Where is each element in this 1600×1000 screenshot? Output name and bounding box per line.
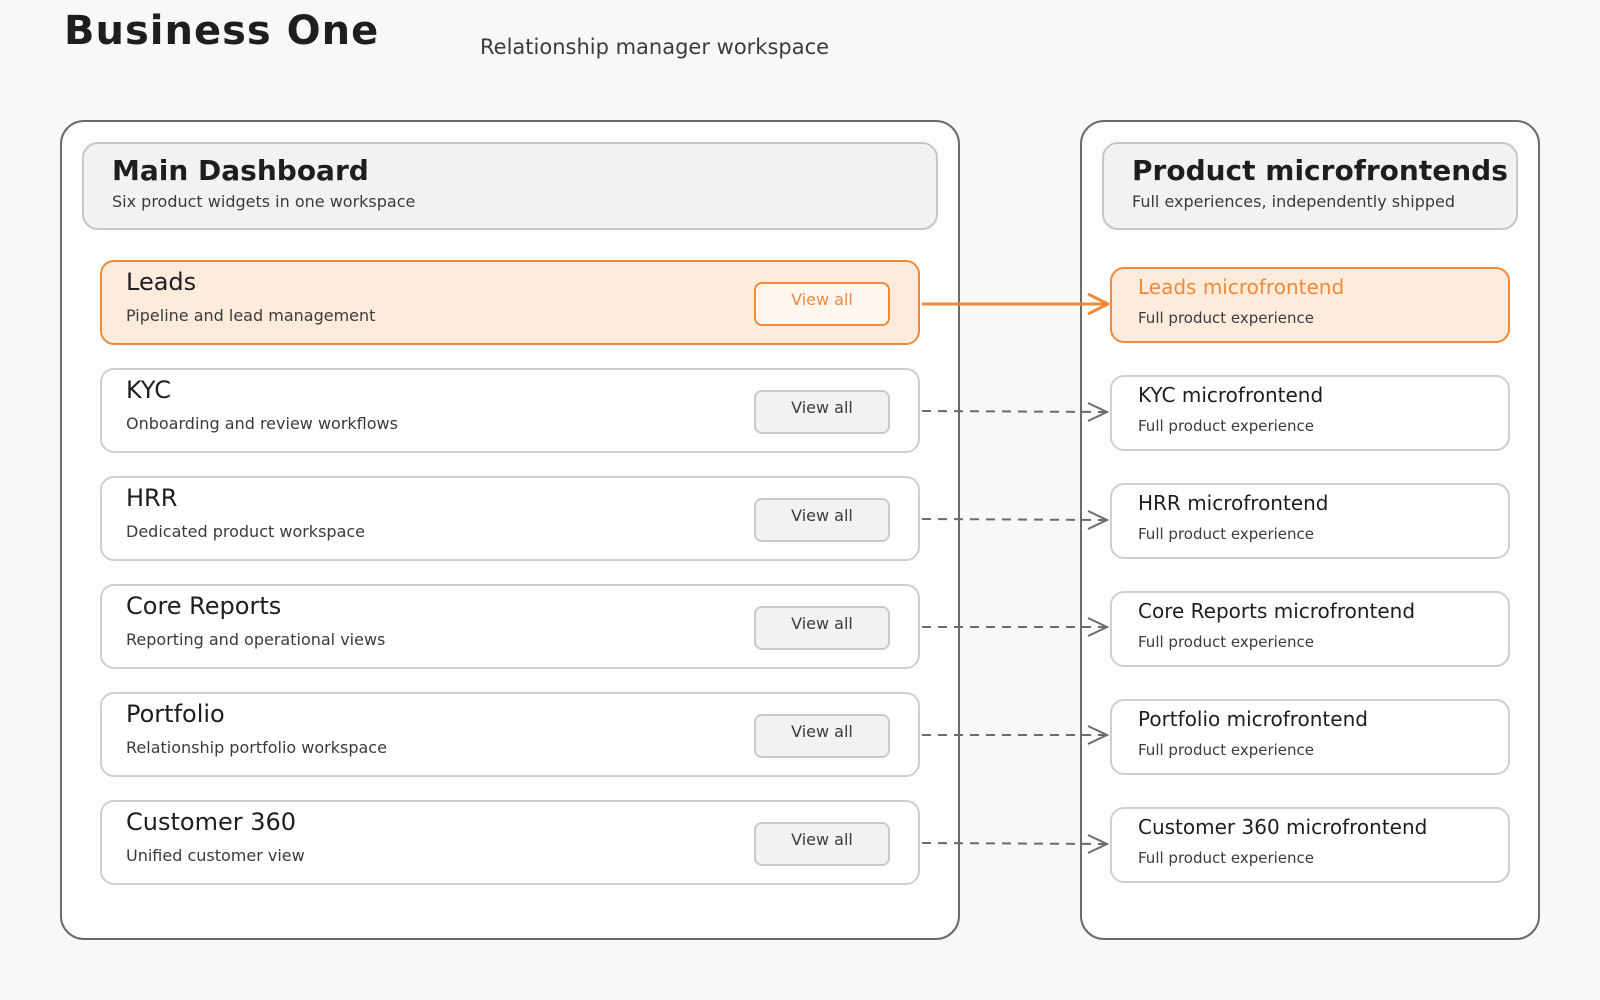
mfe-description: Full product experience [1138, 633, 1315, 651]
mfe-title: Core Reports microfrontend [1138, 599, 1416, 623]
widget-kyc[interactable]: KYC Onboarding and review workflows View… [100, 368, 920, 453]
widget-title: Customer 360 [126, 808, 297, 836]
widget-customer-360[interactable]: Customer 360 Unified customer view View … [100, 800, 920, 885]
microfrontends-header: Product microfrontends Full experiences,… [1102, 142, 1518, 230]
mfe-core-reports[interactable]: Core Reports microfrontend Full product … [1110, 591, 1510, 667]
app-subtitle: Relationship manager workspace [480, 35, 830, 59]
main-dashboard-title: Main Dashboard [112, 154, 369, 187]
view-all-button[interactable]: View all [754, 714, 890, 758]
view-all-button[interactable]: View all [754, 498, 890, 542]
widget-description: Dedicated product workspace [126, 522, 366, 541]
widget-description: Onboarding and review workflows [126, 414, 398, 433]
mfe-description: Full product experience [1138, 849, 1315, 867]
mfe-hrr[interactable]: HRR microfrontend Full product experienc… [1110, 483, 1510, 559]
view-all-button[interactable]: View all [754, 282, 890, 326]
main-dashboard-description: Six product widgets in one workspace [112, 192, 416, 211]
mfe-title: Customer 360 microfrontend [1138, 815, 1428, 839]
widget-title: HRR [126, 484, 178, 512]
widget-title: Core Reports [126, 592, 282, 620]
mfe-description: Full product experience [1138, 309, 1315, 327]
mfe-portfolio[interactable]: Portfolio microfrontend Full product exp… [1110, 699, 1510, 775]
view-all-button[interactable]: View all [754, 390, 890, 434]
view-all-button[interactable]: View all [754, 822, 890, 866]
widget-portfolio[interactable]: Portfolio Relationship portfolio workspa… [100, 692, 920, 777]
mfe-title: Leads microfrontend [1138, 275, 1345, 299]
widget-description: Relationship portfolio workspace [126, 738, 387, 757]
widget-description: Unified customer view [126, 846, 305, 865]
widget-core-reports[interactable]: Core Reports Reporting and operational v… [100, 584, 920, 669]
mfe-title: HRR microfrontend [1138, 491, 1329, 515]
main-dashboard-header: Main Dashboard Six product widgets in on… [82, 142, 938, 230]
mfe-description: Full product experience [1138, 741, 1315, 759]
app-title: Business One [64, 8, 380, 54]
widget-title: KYC [126, 376, 171, 404]
widget-leads[interactable]: Leads Pipeline and lead management View … [100, 260, 920, 345]
microfrontends-title: Product microfrontends [1132, 154, 1508, 187]
mfe-description: Full product experience [1138, 525, 1315, 543]
view-all-button[interactable]: View all [754, 606, 890, 650]
mfe-customer-360[interactable]: Customer 360 microfrontend Full product … [1110, 807, 1510, 883]
widget-description: Pipeline and lead management [126, 306, 376, 325]
widget-title: Leads [126, 268, 197, 296]
mfe-leads[interactable]: Leads microfrontend Full product experie… [1110, 267, 1510, 343]
mfe-description: Full product experience [1138, 417, 1315, 435]
microfrontends-description: Full experiences, independently shipped [1132, 192, 1456, 211]
widget-title: Portfolio [126, 700, 225, 728]
mfe-title: Portfolio microfrontend [1138, 707, 1368, 731]
mfe-title: KYC microfrontend [1138, 383, 1324, 407]
widget-description: Reporting and operational views [126, 630, 386, 649]
mfe-kyc[interactable]: KYC microfrontend Full product experienc… [1110, 375, 1510, 451]
widget-hrr[interactable]: HRR Dedicated product workspace View all [100, 476, 920, 561]
